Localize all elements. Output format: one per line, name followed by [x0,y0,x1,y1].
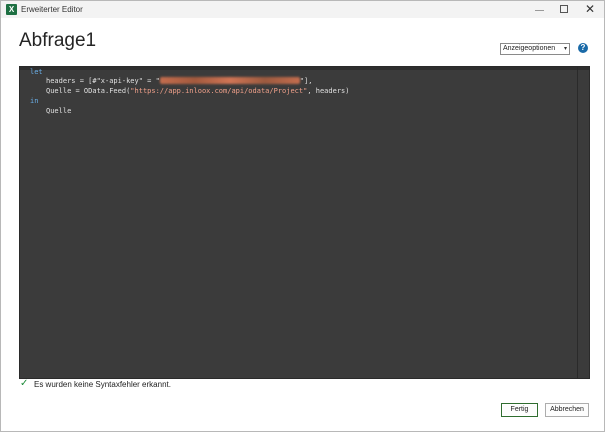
keyword-let: let [30,68,43,76]
code-quelle-prefix: Quelle = OData.Feed( [46,87,131,95]
code-headers-suffix: "], [299,77,313,85]
close-icon: ✕ [584,2,596,16]
cancel-button[interactable]: Abbrechen [545,403,589,417]
minimize-icon [535,10,544,11]
display-options-dropdown[interactable]: Anzeigeoptionen ▾ [500,43,570,55]
code-quelle-suffix: , headers) [307,87,350,95]
code-line-4: in [30,97,38,106]
code-line-3: Quelle = OData.Feed("https://app.inloox.… [46,87,349,96]
editor-top-bar [20,67,589,70]
chevron-down-icon: ▾ [563,46,567,52]
help-icon[interactable]: ? [578,43,588,53]
code-editor[interactable]: let headers = [#"x-api-key" = " "], Quell… [19,66,590,379]
keyword-in: in [30,97,39,105]
minimize-button[interactable] [529,2,551,17]
code-headers-prefix: headers = [#"x-api-key" = " [46,77,160,85]
editor-scrollbar[interactable] [577,67,578,378]
done-button[interactable]: Fertig [501,403,538,417]
maximize-button[interactable] [553,2,575,17]
advanced-editor-window: X Erweiterter Editor ✕ Abfrage1 Anzeigeo… [0,0,605,432]
code-line-1: let [30,68,43,77]
title-bar[interactable]: X Erweiterter Editor ✕ [1,1,604,18]
window-title: Erweiterter Editor [21,5,83,14]
redacted-api-key [159,77,300,84]
maximize-icon [560,5,568,13]
page-title: Abfrage1 [19,30,97,51]
code-line-2: headers = [#"x-api-key" = " "], [46,77,312,86]
syntax-status-text: Es wurden keine Syntaxfehler erkannt. [34,380,171,389]
excel-icon: X [6,4,17,15]
code-odata-url: "https://app.inloox.com/api/odata/Projec… [130,87,308,95]
code-result: Quelle [46,107,72,115]
code-line-5: Quelle [46,107,71,116]
syntax-status: ✓ Es wurden keine Syntaxfehler erkannt. [20,379,320,391]
close-button[interactable]: ✕ [579,2,601,17]
check-icon: ✓ [20,378,29,389]
display-options-label: Anzeigeoptionen [503,45,556,52]
